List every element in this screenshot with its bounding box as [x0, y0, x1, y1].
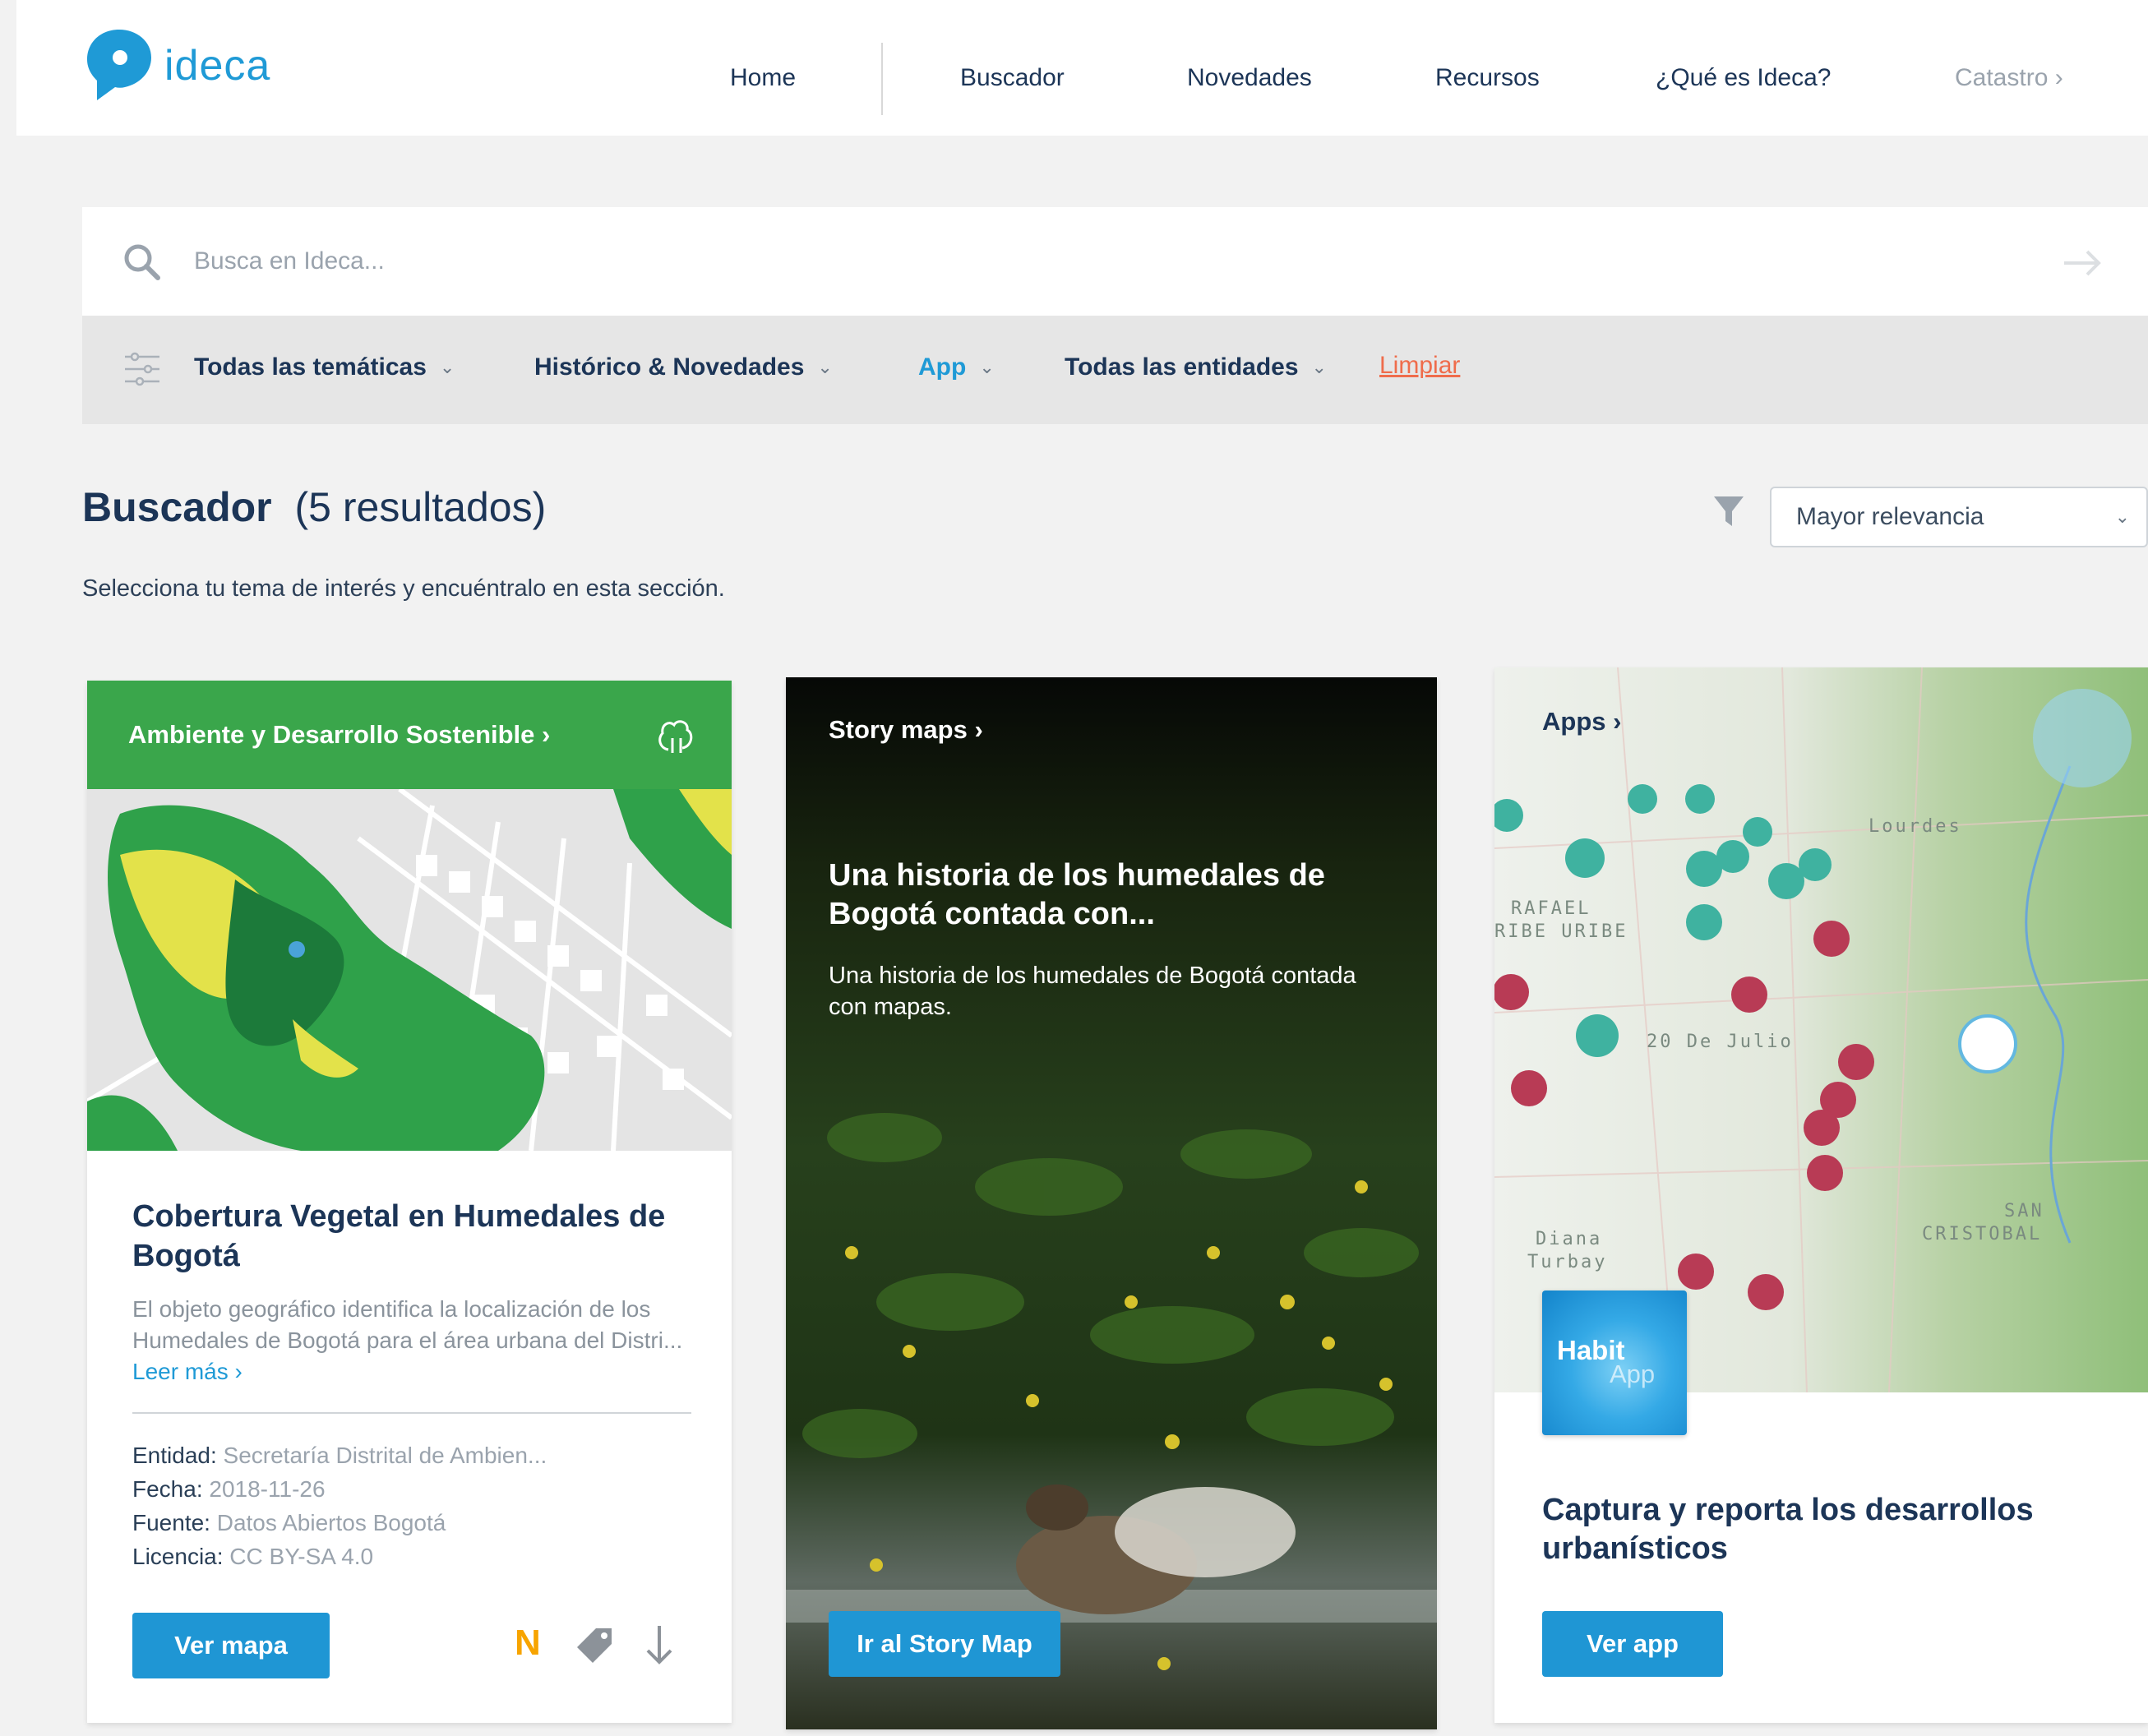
- ideca-logo-icon: [87, 30, 151, 100]
- filter-entidades-label: Todas las entidades: [1065, 353, 1299, 381]
- result-card-story-map[interactable]: Story maps › Una historia de los humedal…: [786, 677, 1437, 1729]
- card-divider: [132, 1412, 691, 1414]
- chevron-down-icon: ⌄: [439, 357, 455, 377]
- ir-al-story-map-button[interactable]: Ir al Story Map: [829, 1611, 1060, 1677]
- chevron-down-icon: ⌄: [2114, 506, 2130, 527]
- results-count: (5 resultados): [294, 484, 547, 530]
- funnel-icon: [1714, 496, 1744, 526]
- meta-value: CC BY-SA 4.0: [229, 1544, 374, 1569]
- map-label-rafael: RAFAEL: [1511, 898, 1591, 919]
- map-label-lourdes: Lourdes: [1869, 816, 1962, 837]
- nav-que-es-ideca[interactable]: ¿Qué es Ideca?: [1656, 64, 1831, 92]
- results-title-label: Buscador: [82, 484, 272, 530]
- ver-mapa-button[interactable]: Ver mapa: [132, 1613, 330, 1678]
- chevron-down-icon: ⌄: [979, 357, 995, 377]
- ver-app-button[interactable]: Ver app: [1542, 1611, 1723, 1677]
- search-bar: [82, 207, 2148, 316]
- top-header: ideca Home Buscador Novedades Recursos ¿…: [16, 0, 2148, 136]
- meta-value: Secretaría Distrital de Ambien...: [223, 1443, 547, 1468]
- meta-value: Datos Abiertos Bogotá: [216, 1510, 446, 1535]
- map-label-cristobal: CRISTOBAL: [1922, 1224, 2042, 1244]
- card-metadata: Entidad: Secretaría Distrital de Ambien.…: [132, 1438, 547, 1573]
- meta-fecha: Fecha: 2018-11-26: [132, 1472, 547, 1506]
- clear-filters-link[interactable]: Limpiar: [1379, 352, 1460, 380]
- vegetation-map-thumbnail[interactable]: [87, 789, 732, 1151]
- meta-key: Licencia:: [132, 1544, 224, 1569]
- filter-tematicas[interactable]: Todas las temáticas ⌄: [194, 353, 455, 381]
- meta-value: 2018-11-26: [209, 1476, 326, 1502]
- filter-historico[interactable]: Histórico & Novedades ⌄: [534, 353, 833, 381]
- nav-buscador[interactable]: Buscador: [960, 64, 1065, 92]
- card-category-label[interactable]: Apps ›: [1542, 707, 1621, 736]
- habit-app-icon: Habit App: [1542, 1290, 1687, 1435]
- map-label-uribe: RIBE URIBE: [1494, 921, 1628, 942]
- sort-select-value: Mayor relevancia: [1796, 503, 1984, 530]
- filter-sliders-icon[interactable]: [123, 350, 161, 388]
- arrow-right-icon[interactable]: [2059, 240, 2105, 286]
- download-icon[interactable]: [643, 1623, 676, 1667]
- chevron-down-icon: ⌄: [817, 357, 833, 377]
- filter-bar: Todas las temáticas ⌄ Histórico & Noveda…: [82, 316, 2148, 424]
- tag-icon[interactable]: [576, 1626, 614, 1664]
- card-title[interactable]: Cobertura Vegetal en Humedales de Bogotá: [132, 1197, 700, 1276]
- app-icon-app-text: App: [1610, 1360, 1656, 1388]
- map-label-diana: Diana: [1536, 1229, 1602, 1249]
- meta-entidad: Entidad: Secretaría Distrital de Ambien.…: [132, 1438, 547, 1472]
- result-card-cobertura: Ambiente y Desarrollo Sostenible › Cober…: [87, 681, 732, 1723]
- ideca-logo[interactable]: ideca: [82, 26, 270, 104]
- read-more-link[interactable]: Leer más ›: [132, 1359, 243, 1384]
- filter-tipo-label: App: [918, 353, 967, 381]
- card-description-text: El objeto geográfico identifica la local…: [132, 1296, 683, 1353]
- card-description: Una historia de los humedales de Bogotá …: [829, 963, 1356, 1020]
- card-category-label[interactable]: Story maps ›: [829, 715, 983, 745]
- meta-key: Fecha:: [132, 1476, 203, 1502]
- card-category-label: Ambiente y Desarrollo Sostenible ›: [128, 720, 551, 749]
- sort-select[interactable]: Mayor relevancia ⌄: [1770, 487, 2148, 547]
- wetland-duck-photo: [786, 677, 1437, 1729]
- results-subtitle: Selecciona tu tema de interés y encuéntr…: [82, 575, 725, 602]
- chevron-down-icon: ⌄: [1311, 357, 1327, 377]
- map-label-turbay: Turbay: [1527, 1252, 1607, 1272]
- card-title[interactable]: Una historia de los humedales de Bogotá …: [829, 856, 1388, 934]
- result-card-habit-app: RAFAEL RIBE URIBE 20 De Julio SAN CRISTO…: [1494, 667, 2148, 1723]
- filter-tematicas-label: Todas las temáticas: [194, 353, 427, 381]
- results-title: Buscador (5 resultados): [82, 483, 546, 531]
- map-label-san: SAN: [2004, 1201, 2044, 1221]
- meta-licencia: Licencia: CC BY-SA 4.0: [132, 1540, 547, 1573]
- nav-novedades[interactable]: Novedades: [1187, 64, 1312, 92]
- nav-recursos[interactable]: Recursos: [1435, 64, 1540, 92]
- nav-divider: [881, 43, 883, 115]
- card-category-header[interactable]: Ambiente y Desarrollo Sostenible ›: [87, 681, 732, 789]
- meta-fuente: Fuente: Datos Abiertos Bogotá: [132, 1506, 547, 1540]
- map-label-20-de-julio: 20 De Julio: [1647, 1032, 1794, 1052]
- nav-home[interactable]: Home: [730, 64, 796, 92]
- card-description: El objeto geográfico identifica la local…: [132, 1294, 700, 1387]
- new-badge: N: [515, 1623, 541, 1663]
- card-title[interactable]: Captura y reporta los desarrollos urbaní…: [1542, 1491, 2118, 1568]
- filter-historico-label: Histórico & Novedades: [534, 353, 805, 381]
- search-icon: [124, 244, 160, 280]
- meta-key: Entidad:: [132, 1443, 217, 1468]
- nav-catastro[interactable]: Catastro ›: [1955, 64, 2063, 92]
- search-input[interactable]: [194, 232, 1920, 291]
- brand-name: ideca: [164, 41, 271, 90]
- filter-tipo[interactable]: App ⌄: [918, 353, 995, 381]
- tree-icon: [658, 720, 693, 753]
- filter-entidades[interactable]: Todas las entidades ⌄: [1065, 353, 1327, 381]
- app-map-thumbnail[interactable]: RAFAEL RIBE URIBE 20 De Julio SAN CRISTO…: [1494, 667, 2148, 1392]
- meta-key: Fuente:: [132, 1510, 210, 1535]
